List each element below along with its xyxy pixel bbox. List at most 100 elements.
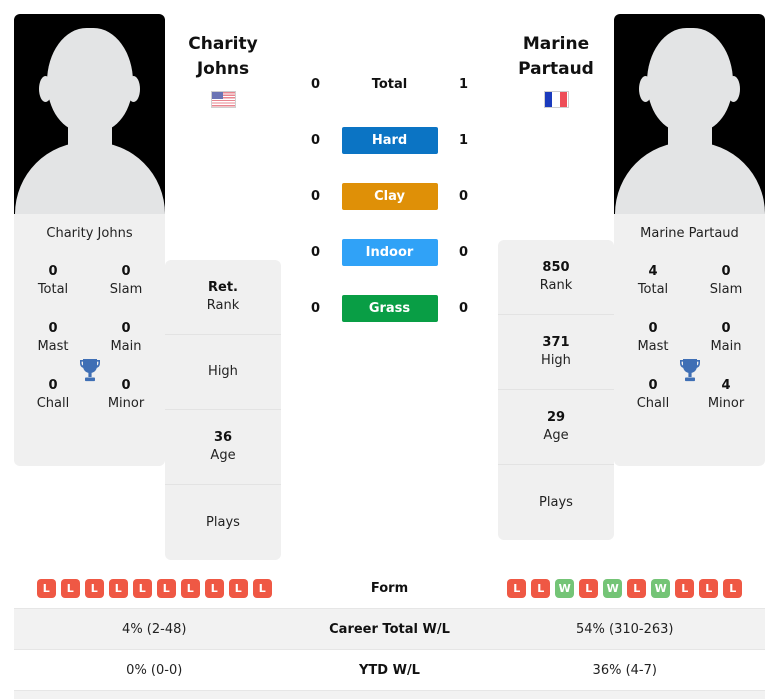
h2h-surface-badge-total: Total (371, 76, 408, 92)
h2h-left-wins-total: 0 (310, 76, 321, 92)
left-mast-label: Mast (37, 338, 69, 354)
right-age-value: 29 (546, 410, 566, 426)
right-player-avatar (614, 14, 765, 214)
left-form-badge[interactable]: L (228, 578, 248, 598)
right-age-cell: 29 Age (498, 390, 614, 466)
right-main-titles: 0 Main (695, 320, 757, 355)
right-form-badge[interactable]: L (723, 578, 743, 598)
right-high-value: 371 (542, 335, 570, 351)
left-form-badge[interactable]: L (156, 578, 176, 598)
comparison-header: Charity Johns 0 Total 0 Slam 0 Mast 0 Ma… (0, 0, 779, 561)
h2h-row-indoor: 0 Indoor 0 (281, 238, 498, 266)
h2h-row-hard: 0 Hard 1 (281, 126, 498, 154)
right-form-badge[interactable]: L (579, 578, 599, 598)
left-slam-label: Slam (109, 281, 143, 297)
titles-row-mast-main: 0 Mast 0 Main (622, 320, 757, 355)
left-form-badge[interactable]: L (180, 578, 200, 598)
right-chall-value: 0 (648, 378, 658, 394)
left-form-badge[interactable]: L (204, 578, 224, 598)
h2h-left-wins-indoor: 0 (310, 244, 321, 260)
right-form-strip: LLWLWLWLLL (489, 578, 762, 598)
titles-row-mast-main: 0 Mast 0 Main (22, 320, 157, 355)
stat-label-cell: Form (370, 580, 409, 596)
avatar-body-shape (14, 142, 165, 214)
left-player-avatar (14, 14, 165, 214)
left-main-titles: 0 Main (95, 320, 157, 355)
left-player-first-name: Charity (188, 34, 258, 54)
right-form-badge[interactable]: L (531, 578, 551, 598)
right-value-cell: 54% (310-263) (576, 621, 674, 637)
right-form-badge[interactable]: L (507, 578, 527, 598)
h2h-right-wins-total: 1 (458, 76, 469, 92)
left-minor-label: Minor (107, 395, 145, 411)
left-main-value: 0 (121, 321, 131, 337)
left-value-cell: 4% (2-48) (122, 621, 187, 637)
left-player-titles-card: Charity Johns 0 Total 0 Slam 0 Mast 0 Ma… (14, 214, 165, 466)
right-form-badge[interactable]: W (651, 578, 671, 598)
avatar-head-shape (46, 28, 133, 132)
right-player-last-name: Partaud (518, 58, 594, 79)
table-row: $0Career Prize Money$0 (14, 691, 765, 699)
right-player-card-name: Marine Partaud (640, 226, 739, 241)
left-rank-cell: Ret. Rank (165, 260, 281, 336)
left-value-cell: 0% (0-0) (126, 662, 183, 678)
avatar-body-shape (614, 142, 765, 214)
right-minor-titles: 4 Minor (695, 377, 757, 412)
right-chall-titles: 0 Chall (622, 377, 684, 412)
right-high-cell: 371 High (498, 315, 614, 391)
avatar-ear-right (727, 76, 740, 102)
titles-row-total-slam: 0 Total 0 Slam (22, 263, 157, 298)
us-flag-icon (210, 91, 236, 109)
left-chall-label: Chall (36, 395, 70, 411)
fr-flag-icon (543, 91, 569, 109)
left-player-info-card: Ret. Rank High 36 Age Plays (165, 260, 281, 561)
right-slam-label: Slam (709, 281, 743, 297)
left-age-value: 36 (213, 430, 233, 446)
left-form-badge[interactable]: L (108, 578, 128, 598)
h2h-right-wins-indoor: 0 (458, 244, 469, 260)
left-player-last-name: Johns (196, 58, 250, 79)
left-form-badge[interactable]: L (84, 578, 104, 598)
left-form-badge[interactable]: L (60, 578, 80, 598)
player-comparison-page: Charity Johns 0 Total 0 Slam 0 Mast 0 Ma… (0, 0, 779, 699)
h2h-right-wins-clay: 0 (458, 188, 469, 204)
left-total-value: 0 (48, 264, 58, 279)
h2h-left-wins-hard: 0 (310, 132, 321, 148)
right-form-badge[interactable]: W (555, 578, 575, 598)
right-form-badge[interactable]: L (699, 578, 719, 598)
right-form-badge[interactable]: W (603, 578, 623, 598)
comparison-stats-table: L L L L L L L L L L Form L L W L W L W L L L 4% (2-48) Career … (0, 568, 779, 699)
flag-band-white (552, 92, 560, 108)
right-value-cell: LLWLWLWLLL (485, 578, 766, 598)
right-form-badge[interactable]: L (675, 578, 695, 598)
right-chall-label: Chall (636, 395, 670, 411)
avatar-ear-left (39, 76, 52, 102)
right-age-label: Age (543, 428, 569, 444)
left-total-titles: 0 Total (22, 263, 84, 298)
left-form-badge[interactable]: L (132, 578, 152, 598)
left-slam-value: 0 (121, 264, 131, 279)
flag-band-red (559, 92, 568, 108)
left-chall-titles: 0 Chall (22, 377, 84, 412)
right-value-cell: 36% (4-7) (592, 662, 657, 678)
left-minor-titles: 0 Minor (95, 377, 157, 412)
trophy-icon (79, 359, 100, 382)
h2h-row-clay: 0 Clay 0 (281, 182, 498, 210)
right-form-badge[interactable]: L (627, 578, 647, 598)
flag-canton (211, 92, 223, 100)
left-rank-value: Ret. (208, 280, 238, 296)
right-total-value: 4 (648, 264, 658, 279)
table-row: 4% (2-48) Career Total W/L 54% (310-263) (14, 609, 765, 651)
left-form-badge[interactable]: L (36, 578, 56, 598)
left-player-column: Charity Johns 0 Total 0 Slam 0 Mast 0 Ma… (14, 14, 165, 466)
left-form-badge[interactable]: L (252, 578, 272, 598)
flag-band-blue (544, 92, 553, 108)
left-high-cell: High (165, 335, 281, 411)
avatar-ear-right (127, 76, 140, 102)
left-mast-titles: 0 Mast (22, 320, 84, 355)
head-to-head-surfaces: 0 Total 1 0 Hard 1 0 Clay 0 0 Indoor 0 0 Grass 0 (281, 14, 498, 322)
right-player-name-column: Marine Partaud 850 Rank 371 High 29 Age (498, 14, 614, 541)
table-row: 0% (0-0) YTD W/L 36% (4-7) (14, 650, 765, 692)
right-rank-value: 850 (542, 260, 570, 276)
h2h-row-total: 0 Total 1 (281, 70, 498, 98)
